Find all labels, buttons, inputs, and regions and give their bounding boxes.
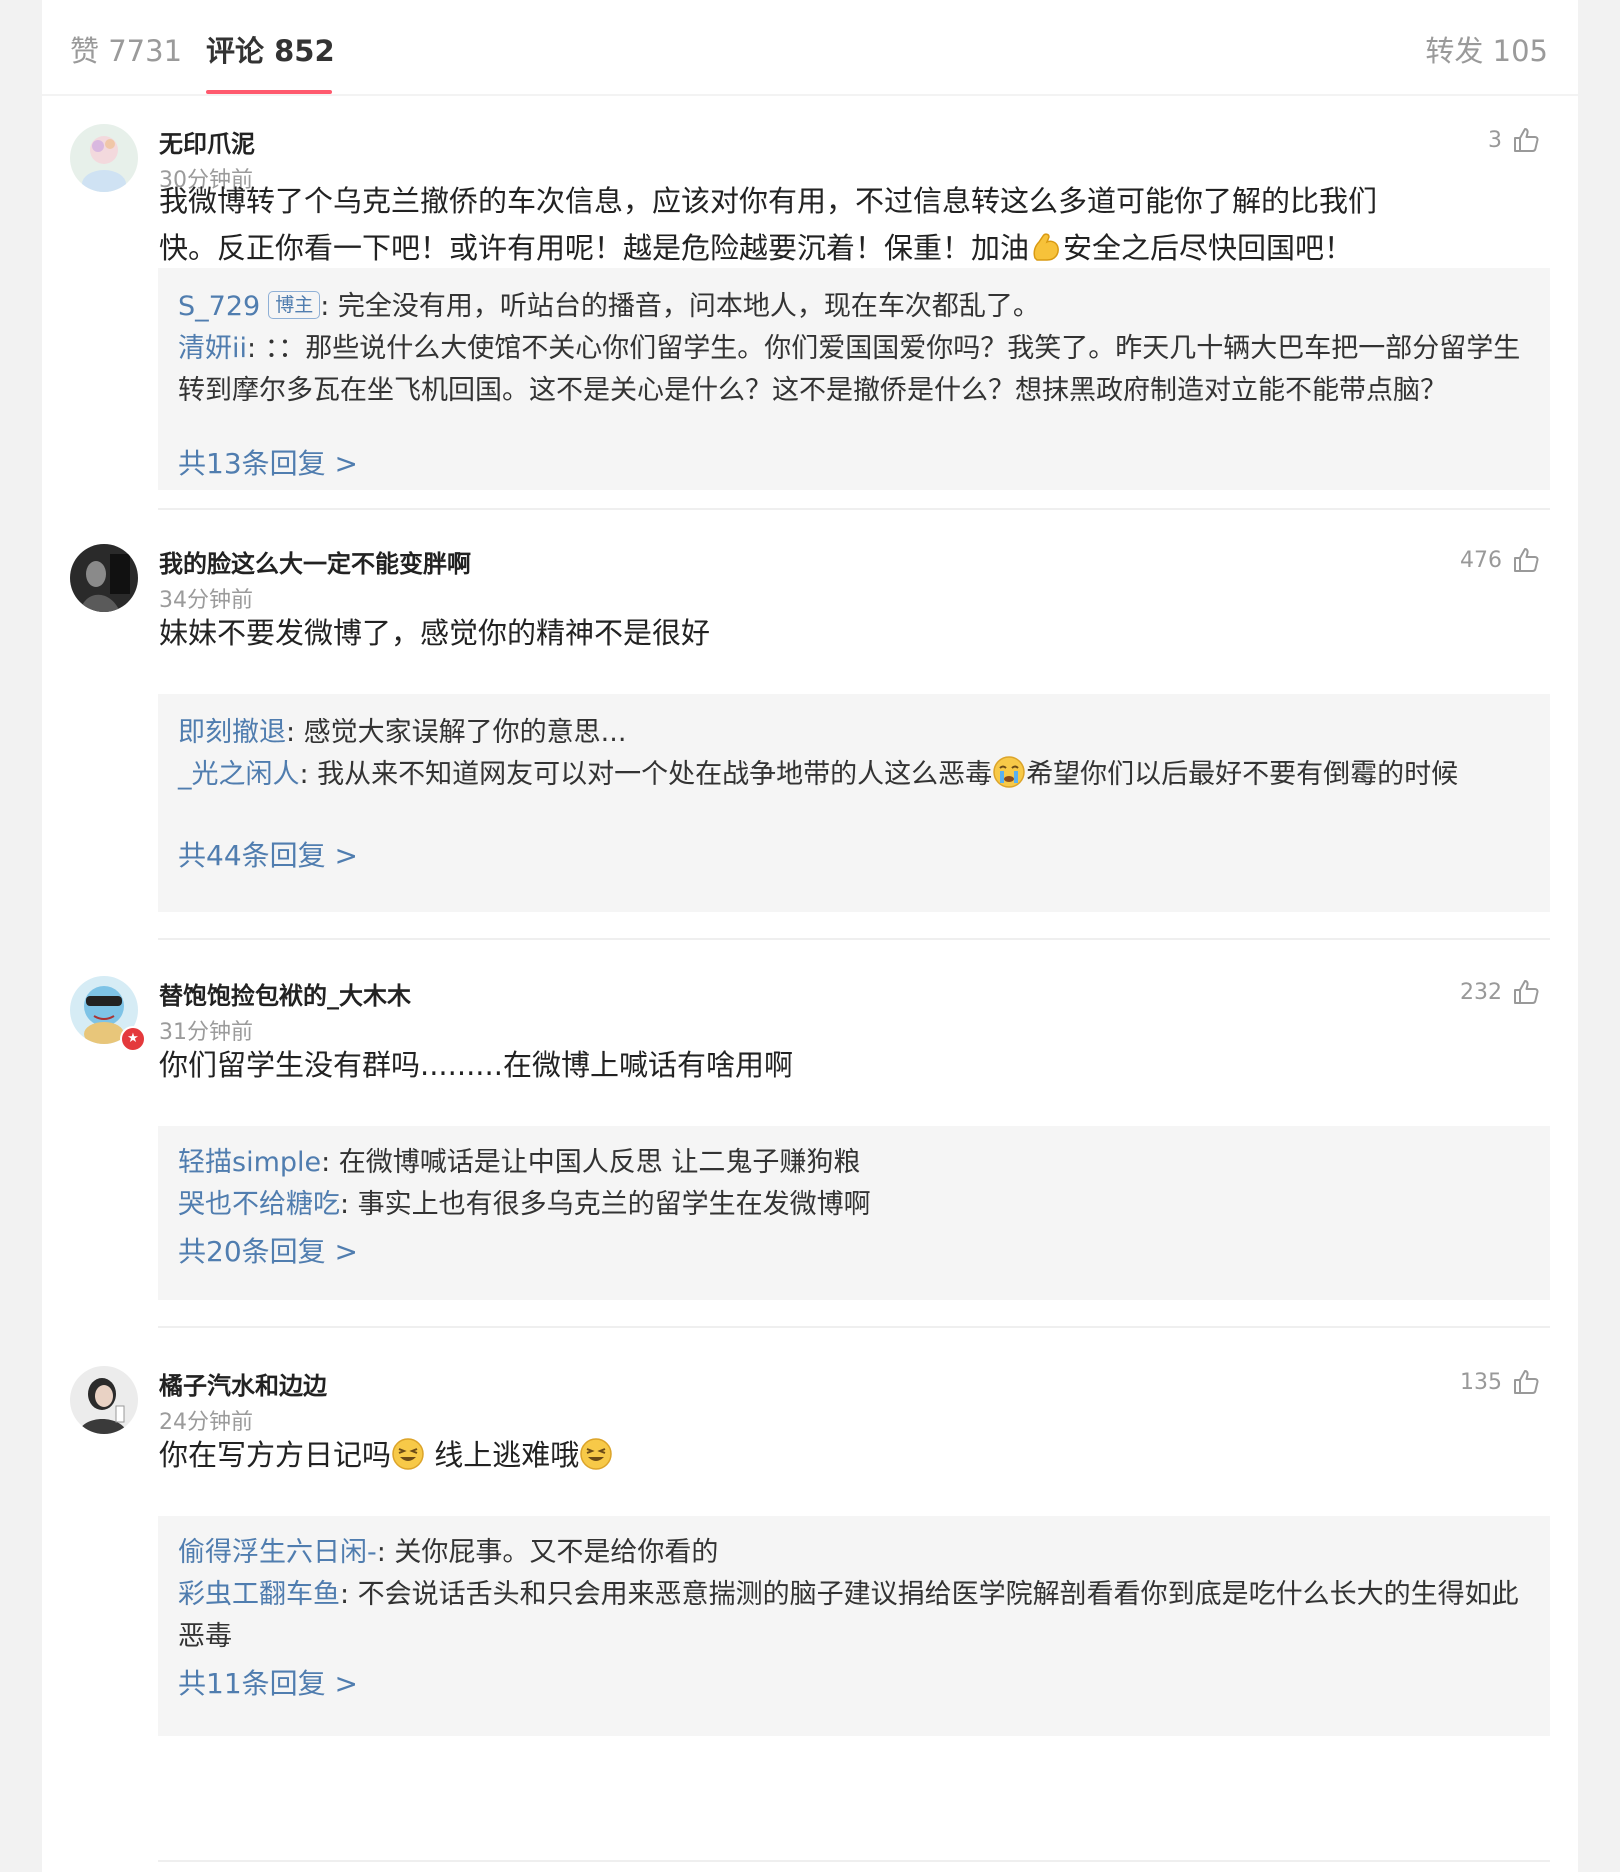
reply-author[interactable]: 清妍ii [178,333,247,364]
username[interactable]: 无印爪泥 [159,124,255,159]
reply-author[interactable]: 即刻撤退 [178,717,286,748]
crying-face-emoji-icon [993,756,1025,788]
author-badge: 博主 [268,291,321,319]
username[interactable]: 替饱饱捡包袱的_大木木 [159,976,411,1011]
reply-preview-box[interactable]: 偷得浮生六日闲-: 关你屁事。又不是给你看的 彩虫工翻车鱼: 不会说话舌头和只会… [158,1516,1550,1736]
like-button[interactable]: 135 [1460,1368,1540,1396]
like-count: 3 [1488,127,1502,153]
avatar[interactable] [70,1366,138,1434]
grinning-squint-emoji-icon [580,1438,612,1470]
like-button[interactable]: 232 [1460,978,1540,1006]
view-all-replies-link[interactable]: 共20条回复 > [178,1230,358,1270]
reply-preview-box[interactable]: 即刻撤退: 感觉大家误解了你的意思... _光之闲人: 我从来不知道网友可以对一… [158,694,1550,912]
username[interactable]: 橘子汽水和边边 [159,1366,327,1401]
reply-item: 哭也不给糖吃: 事实上也有很多乌克兰的留学生在发微博啊 [178,1189,871,1220]
avatar[interactable] [70,124,138,192]
divider [158,1860,1550,1862]
grinning-squint-emoji-icon [392,1438,424,1470]
reply-item: 彩虫工翻车鱼: 不会说话舌头和只会用来恶意揣测的脑子建议捐给医学院解剖看看你到底… [178,1579,1519,1652]
comment-text: 妹妹不要发微博了，感觉你的精神不是很好 [159,616,711,650]
divider [158,938,1550,940]
reply-preview-box[interactable]: S_729 博主: 完全没有用，听站台的播音，问本地人，现在车次都乱了。 清妍ii… [158,268,1550,490]
reply-item: 清妍ii: ：：那些说什么大使馆不关心你们留学生。你们爱国国爱你吗？我笑了。昨天… [178,333,1521,406]
reply-item: 轻描simple: 在微博喊话是让中国人反思 让二鬼子赚狗粮 [178,1147,861,1178]
divider [158,508,1550,510]
thumbs-up-icon [1514,548,1539,572]
like-count: 476 [1460,547,1502,573]
tab-likes[interactable]: 赞 7731 [70,28,182,70]
comments-card: 赞 7731 评论 852 转发 105 无印爪泥 30分钟前 3 我微博转了个… [42,0,1578,1872]
reply-author[interactable]: _光之闲人 [178,759,300,790]
comment-text: 我微博转了个乌克兰撤侨的车次信息，应该对你有用，不过信息转这么多道可能你了解的比… [159,184,1378,265]
tab-comments[interactable]: 评论 852 [206,28,335,70]
tab-reposts[interactable]: 转发 105 [1425,28,1548,70]
like-count: 232 [1460,979,1502,1005]
thumbs-up-icon [1514,1370,1539,1394]
view-all-replies-link[interactable]: 共44条回复 > [178,834,358,874]
comment-text: 你们留学生没有群吗.........在微博上喊话有啥用啊 [159,1048,793,1082]
tab-bar: 赞 7731 评论 852 转发 105 [42,0,1578,96]
active-tab-underline [206,90,332,94]
reply-author[interactable]: S_729 [178,291,260,322]
reply-author[interactable]: 哭也不给糖吃 [178,1189,340,1220]
avatar[interactable] [70,544,138,612]
like-button[interactable]: 3 [1488,126,1540,154]
thumbs-up-icon [1514,128,1539,152]
reply-author[interactable]: 偷得浮生六日闲- [178,1537,377,1568]
reply-item: 即刻撤退: 感觉大家误解了你的意思... [178,717,627,748]
username[interactable]: 我的脸这么大一定不能变胖啊 [159,544,471,579]
thumbs-up-icon [1514,980,1539,1004]
reply-item: S_729 博主: 完全没有用，听站台的播音，问本地人，现在车次都乱了。 [178,291,1040,322]
flexed-biceps-emoji-icon [1033,233,1059,261]
reply-author[interactable]: 轻描simple [178,1147,321,1178]
like-count: 135 [1460,1369,1502,1395]
comment-text: 你在写方方日记吗 线上逃难哦 [159,1432,1579,1479]
reply-item: _光之闲人: 我从来不知道网友可以对一个处在战争地带的人这么恶毒 希望你们以后最好… [178,754,1528,796]
like-button[interactable]: 476 [1460,546,1540,574]
view-all-replies-link[interactable]: 共11条回复 > [178,1662,358,1702]
reply-item: 偷得浮生六日闲-: 关你屁事。又不是给你看的 [178,1537,719,1568]
verified-badge-icon: ★ [120,1026,146,1052]
reply-preview-box[interactable]: 轻描simple: 在微博喊话是让中国人反思 让二鬼子赚狗粮 哭也不给糖吃: 事… [158,1126,1550,1300]
divider [158,1326,1550,1328]
view-all-replies-link[interactable]: 共13条回复 > [178,442,358,482]
reply-author[interactable]: 彩虫工翻车鱼 [178,1579,340,1610]
